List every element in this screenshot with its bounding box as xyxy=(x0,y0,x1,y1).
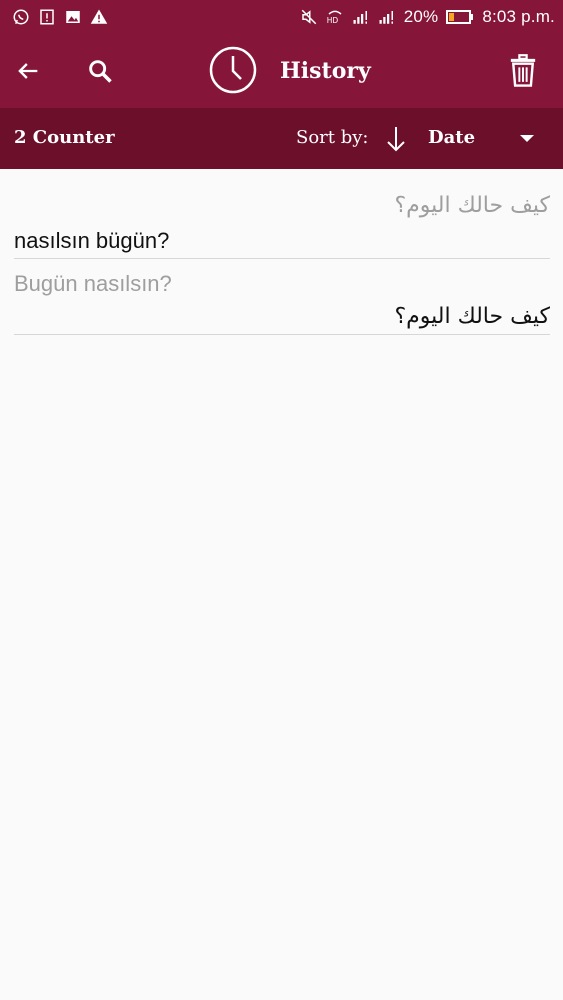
status-right: HD 20% 8:03 p.m. xyxy=(300,7,555,27)
mute-icon xyxy=(300,8,318,26)
status-bar: HD 20% 8:03 p.m. xyxy=(0,0,563,34)
sort-direction-icon[interactable] xyxy=(384,124,408,154)
sort-bar: 2 Counter Sort by: Date xyxy=(0,108,563,169)
sort-select[interactable]: Date xyxy=(428,127,475,148)
warning-icon xyxy=(90,8,108,26)
image-icon xyxy=(64,8,82,26)
whatsapp-icon xyxy=(12,8,30,26)
status-time: 8:03 p.m. xyxy=(482,7,555,26)
search-icon xyxy=(89,60,112,83)
notification-alert-icon xyxy=(38,8,56,26)
source-text: Bugün nasılsın? xyxy=(14,271,172,296)
clock-icon xyxy=(209,46,257,94)
svg-text:HD: HD xyxy=(326,16,338,25)
back-button[interactable] xyxy=(6,49,50,93)
sort-label: Sort by: xyxy=(296,127,369,148)
dropdown-arrow-icon[interactable] xyxy=(520,135,534,142)
history-counter: 2 Counter xyxy=(14,127,115,148)
search-button[interactable] xyxy=(78,49,122,93)
delete-history-button[interactable] xyxy=(501,49,545,93)
translation-text: كيف حالك اليوم؟ xyxy=(394,304,550,329)
status-left-icons xyxy=(12,8,108,26)
trash-icon xyxy=(510,54,536,87)
battery-icon xyxy=(446,8,474,26)
list-item[interactable]: كيف حالك اليوم؟ nasılsın bügün? xyxy=(14,169,550,259)
signal-icon-2 xyxy=(378,8,396,26)
app-bar: History xyxy=(0,34,563,108)
translation-text: nasılsın bügün? xyxy=(14,228,170,253)
battery-percent: 20% xyxy=(403,7,439,26)
source-text: كيف حالك اليوم؟ xyxy=(394,193,550,218)
back-arrow-icon xyxy=(18,63,38,79)
page-title: History xyxy=(280,58,371,84)
history-list: كيف حالك اليوم؟ nasılsın bügün? Bugün na… xyxy=(14,169,550,335)
list-item[interactable]: Bugün nasılsın? كيف حالك اليوم؟ xyxy=(14,259,550,335)
signal-icon xyxy=(352,8,370,26)
hd-signal-icon: HD xyxy=(326,8,344,26)
